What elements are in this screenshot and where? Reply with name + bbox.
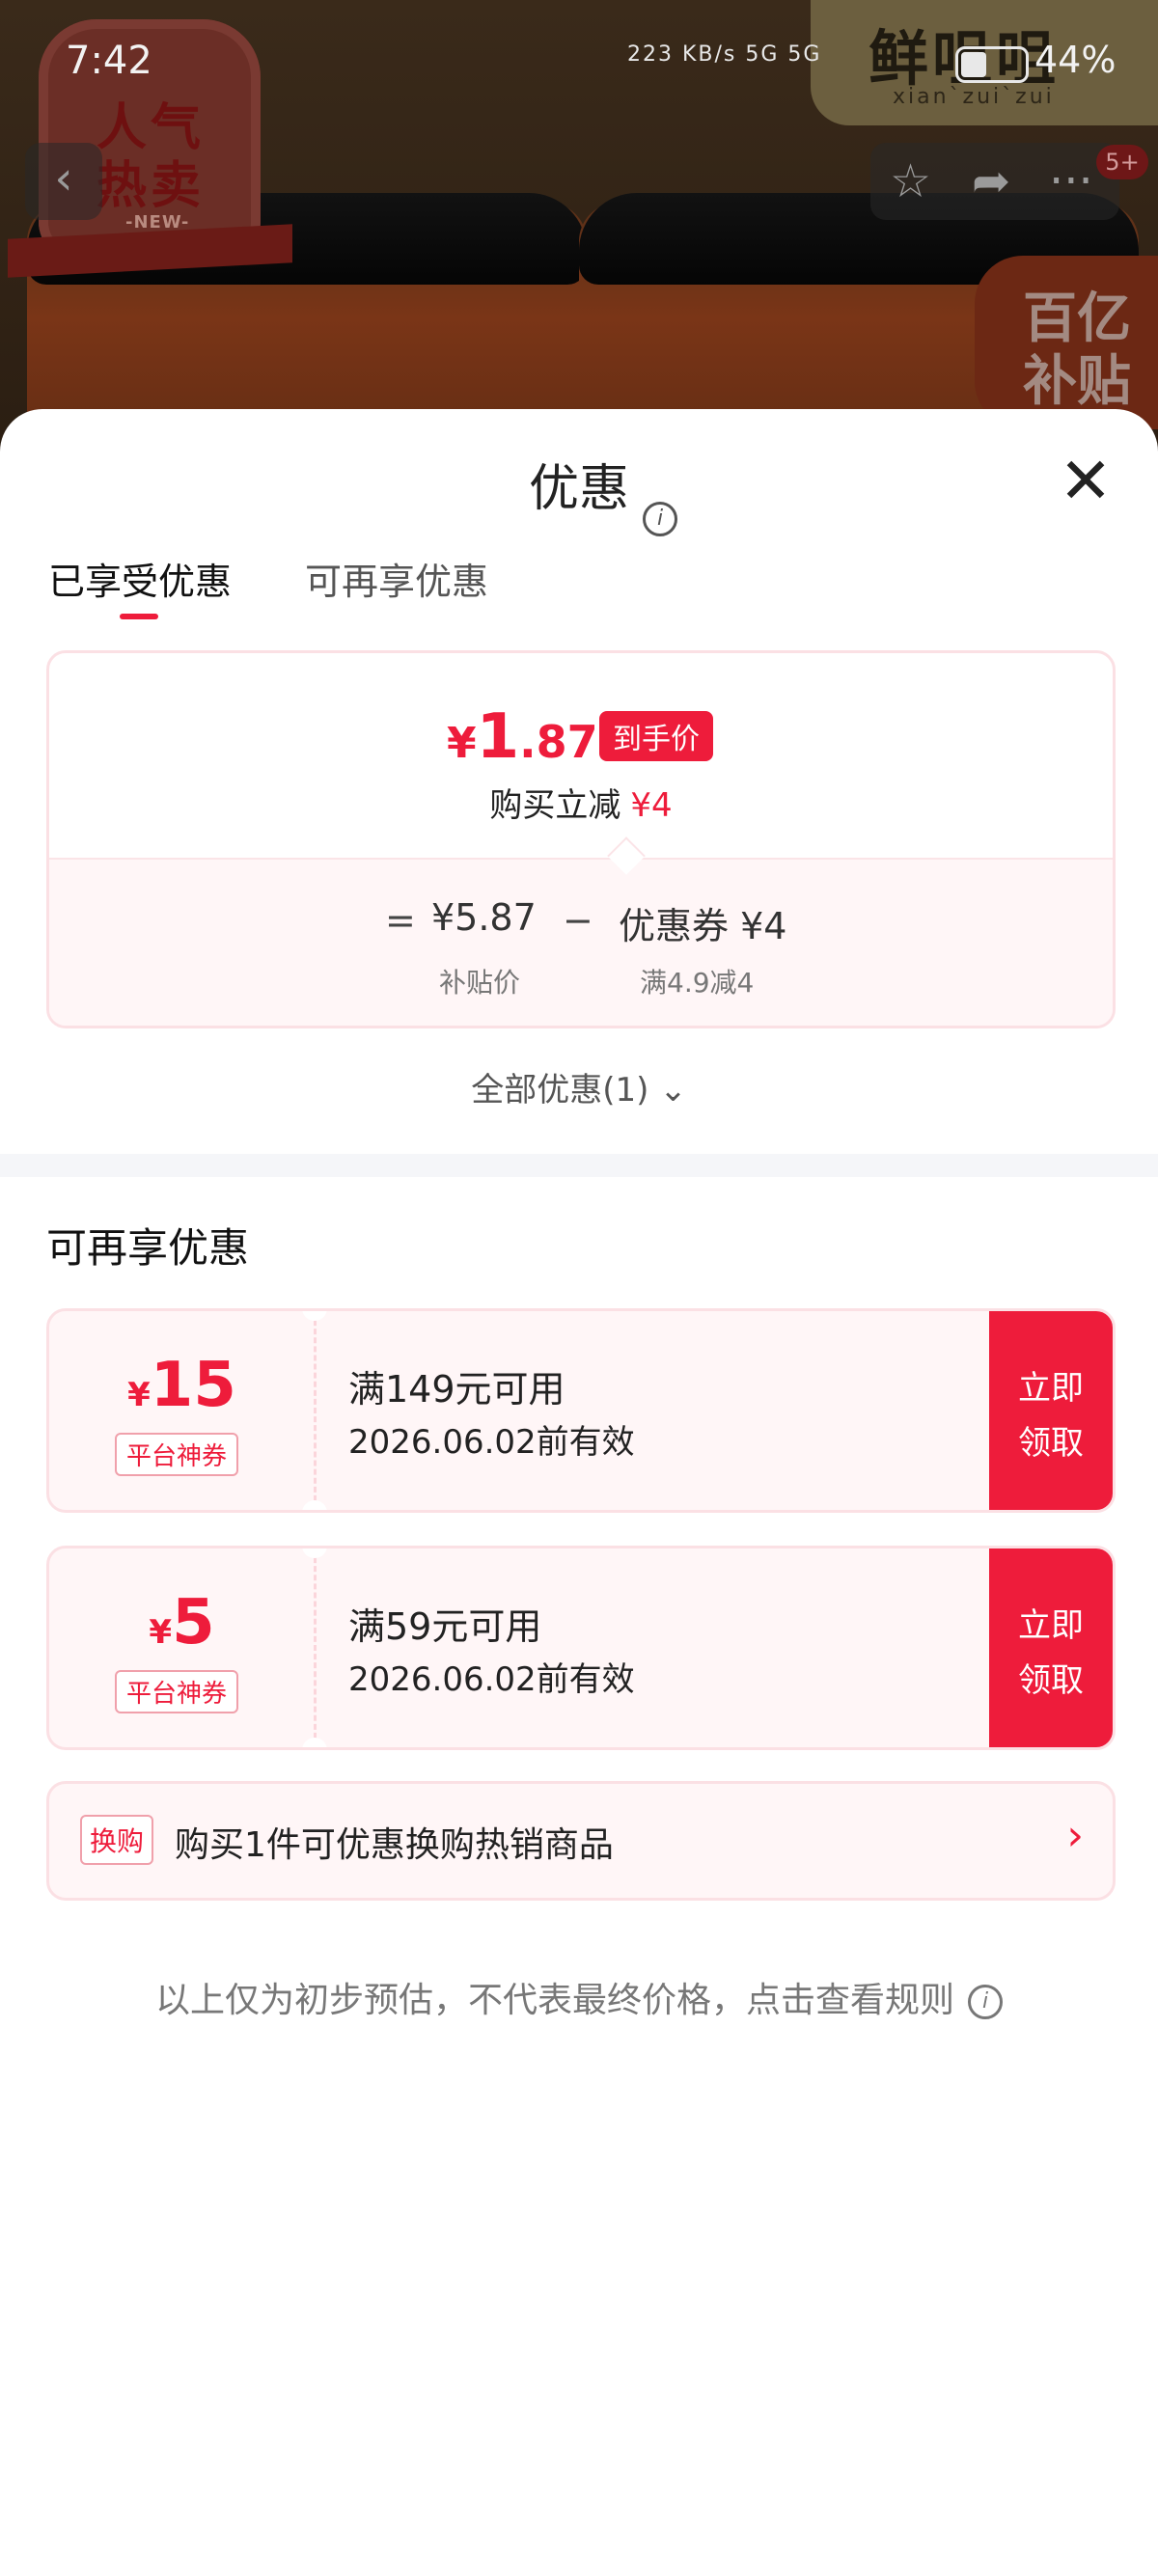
more-discounts-title: 可再享优惠 [46,1224,250,1272]
tab-more-available[interactable]: 可再享优惠 [305,552,488,605]
sheet-title-text: 优惠 [528,460,629,518]
coupon-value: 5 [172,1587,215,1658]
badge-text: 热卖 [96,157,206,215]
disclaimer-text: 以上仅为初步预估，不代表最终价格，点击查看规则 [154,1981,954,2020]
info-icon[interactable]: i [643,502,677,536]
disclaimer[interactable]: 以上仅为初步预估，不代表最终价格，点击查看规则 i [0,1972,1158,2022]
sheet-title: 优惠 [0,448,1158,520]
claim-coupon-button[interactable]: 立即 领取 [989,1548,1113,1747]
coupon-value: 15 [150,1350,236,1421]
close-icon: ✕ [1059,444,1113,518]
coupon-currency: ¥ [149,1613,173,1652]
swap-tag: 换购 [80,1815,154,1865]
claim-coupon-button[interactable]: 立即 领取 [989,1311,1113,1510]
star-icon[interactable]: ☆ [890,152,931,210]
coupon-separator [314,1311,317,1510]
battery-percent: 44% [1034,39,1117,81]
coupon-type-badge: 平台神券 [115,1670,239,1713]
coupon-value: 优惠券 ¥4 [619,905,787,947]
claim-label: 立即 [1018,1606,1084,1645]
claim-label: 领取 [1018,1424,1084,1463]
chevron-down-icon: ⌄ [659,1071,687,1110]
nav-actions: ☆ ➦ ··· [870,143,1119,220]
price-formula: = ¥5.87 − 优惠券 ¥4 补贴价 满4.9减4 [49,653,1113,1026]
coupon-expiry: 2026.06.02前有效 [348,1423,635,1462]
coupon-separator [314,1548,317,1747]
tab-enjoyed[interactable]: 已享受优惠 [48,552,232,605]
all-discounts-label: 全部优惠(1) [471,1071,649,1110]
claim-label: 立即 [1018,1369,1084,1408]
back-button[interactable]: ‹ [25,143,102,220]
chevron-right-icon: › [1066,1811,1084,1860]
all-discounts-toggle[interactable]: 全部优惠(1) ⌄ [0,1063,1158,1110]
subsidy-price: ¥5.87 [431,896,537,939]
coupon-amount: ¥15 [49,1350,315,1421]
coupon-condition-label: 满4.9减4 [640,967,755,999]
section-divider [0,1154,1158,1177]
close-button[interactable]: ✕ [1052,448,1119,515]
claim-label: 领取 [1018,1661,1084,1700]
chevron-left-icon: ‹ [54,151,73,206]
coupon-amount-area: ¥15 平台神券 [49,1311,315,1510]
discount-sheet: 优惠 i ✕ 已享受优惠 可再享优惠 ¥1.87 到手价 购买立减 ¥4 = ¥5… [0,409,1158,2576]
subsidy-price-label: 补贴价 [439,967,521,999]
more-icon[interactable]: ··· [1049,152,1093,210]
brand-logo-subtitle: xian`zui`zui [893,85,1055,109]
share-icon[interactable]: ➦ [972,152,1010,210]
minus-sign: − [563,899,593,942]
coupon-condition: 满149元可用 [348,1368,565,1411]
net-speed: 223 KB/s [627,42,737,67]
message-count-badge: 5+ [1096,145,1148,179]
coupon-currency: ¥ [127,1376,151,1414]
coupon-amount: ¥5 [49,1587,315,1658]
tab-active-indicator [120,614,158,619]
price-breakdown-card: ¥1.87 到手价 购买立减 ¥4 = ¥5.87 − 优惠券 ¥4 补贴价 满4… [46,650,1116,1028]
status-network-icons: 223 KB/s 5G 5G [627,42,821,67]
coupon-card: ¥5 平台神券 满59元可用 2026.06.02前有效 立即 领取 [46,1546,1116,1750]
swap-text: 购买1件可优惠换购热销商品 [175,1825,614,1865]
battery-icon [955,46,1029,83]
subsidy-badge: 百亿 补贴 [975,256,1158,429]
info-icon[interactable]: i [968,1985,1003,2019]
signal-icon: 5G 5G [745,42,822,67]
coupon-expiry: 2026.06.02前有效 [348,1660,635,1699]
coupon-amount-area: ¥5 平台神券 [49,1548,315,1747]
coupon-card: ¥15 平台神券 满149元可用 2026.06.02前有效 立即 领取 [46,1308,1116,1513]
coupon-type-badge: 平台神券 [115,1433,239,1476]
subsidy-text: 补贴 [1023,350,1131,413]
coupon-condition: 满59元可用 [348,1605,542,1648]
swap-purchase-row[interactable]: 换购 购买1件可优惠换购热销商品 › [46,1781,1116,1901]
equals-sign: = [385,899,416,942]
status-time: 7:42 [66,39,152,83]
